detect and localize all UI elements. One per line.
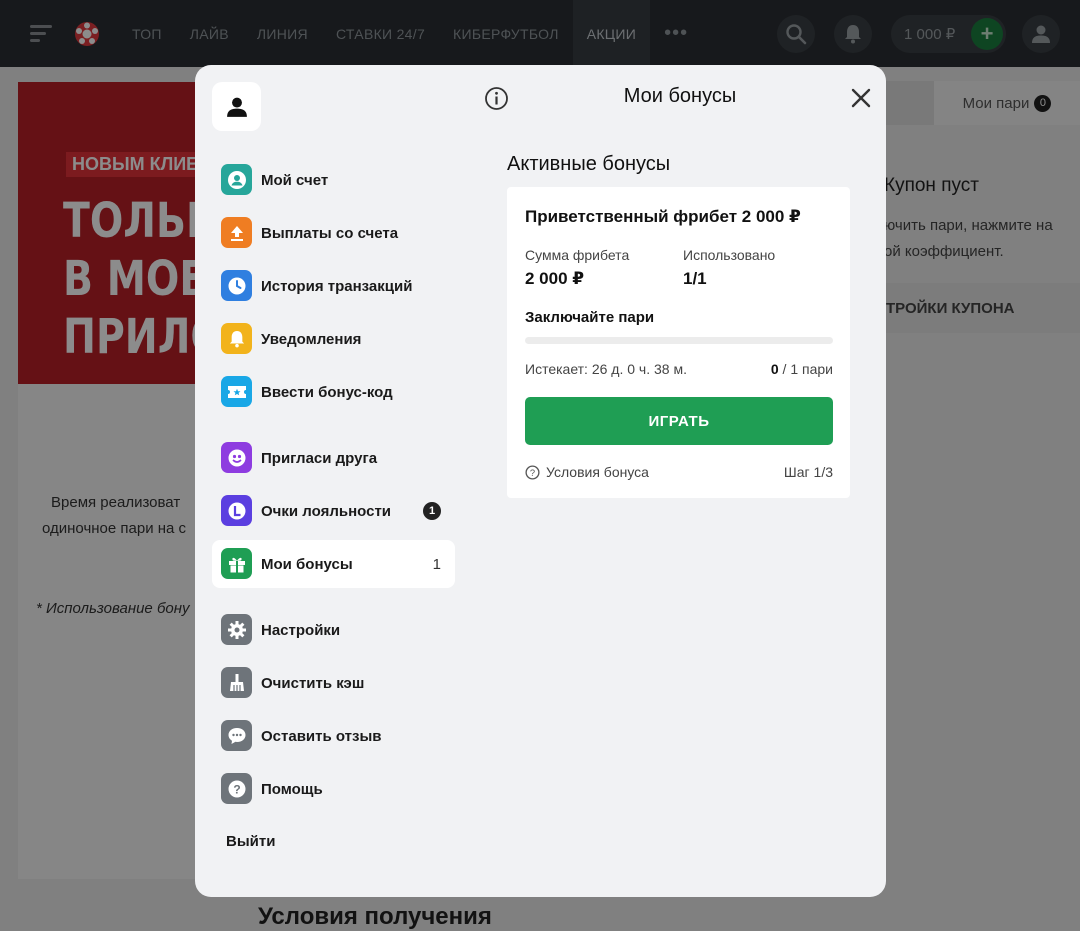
svg-text:?: ? [233,782,240,796]
expires-text: Истекает: 26 д. 0 ч. 38 м. [525,361,687,377]
menu-label: Очки лояльности [261,502,392,520]
help-circle-icon: ? [525,464,540,480]
bonus-progress-bar [525,337,833,344]
menu-label: Оставить отзыв [261,727,382,745]
used-label: Использовано [683,247,776,263]
menu-item-feedback[interactable]: Оставить отзыв [212,712,455,760]
menu-item-withdrawals[interactable]: Выплаты со счета [212,209,455,257]
clock-icon [221,270,252,301]
close-icon[interactable] [850,87,872,109]
loyalty-icon [221,495,252,526]
bonus-conditions-link[interactable]: ? Условия бонуса [525,464,649,480]
svg-text:?: ? [530,467,535,477]
chat-icon [221,720,252,751]
modal-title: Мои бонусы [623,85,737,107]
help-icon: ? [221,773,252,804]
bonus-title: Приветственный фрибет 2 000 ₽ [525,207,801,226]
menu-label: Уведомления [261,330,362,348]
progress-text: 0 / 1 пари [771,361,833,377]
bonuses-count: 1 [432,555,441,573]
freebet-amount-value: 2 000 ₽ [525,269,585,288]
menu-label: Ввести бонус-код [261,383,393,401]
menu-item-loyalty-points[interactable]: Очки лояльности 1 [212,487,455,535]
step-indicator: Шаг 1/3 [783,464,833,480]
menu-label: Мой счет [261,171,329,189]
account-icon [221,164,252,195]
menu-item-settings[interactable]: Настройки [212,606,455,654]
bell-icon [221,323,252,354]
info-icon[interactable] [484,86,509,111]
active-bonuses-title: Активные бонусы [507,153,671,175]
menu-label: Очистить кэш [261,674,365,692]
menu-item-my-bonuses[interactable]: Мои бонусы 1 [212,540,455,588]
menu-label: Выплаты со счета [261,224,399,242]
upload-icon [221,217,252,248]
menu-label: Помощь [261,780,323,798]
invite-icon [221,442,252,473]
menu-item-invite-friend[interactable]: Пригласи друга [212,434,455,482]
menu-label: История транзакций [261,277,413,295]
menu-label: Пригласи друга [261,449,378,467]
menu-item-clear-cache[interactable]: Очистить кэш [212,659,455,707]
logout-link[interactable]: Выйти [226,833,275,850]
menu-item-help[interactable]: ? Помощь [212,765,455,813]
progress-total: / 1 пари [778,361,833,377]
menu-item-transaction-history[interactable]: История транзакций [212,262,455,310]
gift-icon [221,548,252,579]
menu-item-notifications[interactable]: Уведомления [212,315,455,363]
freebet-amount-label: Сумма фрибета [525,247,630,263]
my-bonuses-modal: Мои бонусы Мой счет Выплаты со счета Ист… [195,65,886,897]
menu-label: Мои бонусы [261,555,353,573]
menu-item-my-account[interactable]: Мой счет [212,156,455,204]
ticket-icon [221,376,252,407]
used-value: 1/1 [683,269,707,288]
gear-icon [221,614,252,645]
menu-label: Настройки [261,621,341,639]
play-button[interactable]: ИГРАТЬ [525,397,833,445]
bonus-conditions-label: Условия бонуса [546,464,649,480]
broom-icon [221,667,252,698]
bonus-card: Приветственный фрибет 2 000 ₽ Сумма фриб… [507,187,850,498]
progress-done: 0 [770,361,779,377]
loyalty-badge: 1 [423,502,441,520]
menu-item-bonus-code[interactable]: Ввести бонус-код [212,368,455,416]
bonus-task: Заключайте пари [525,309,655,326]
avatar[interactable] [212,82,261,131]
